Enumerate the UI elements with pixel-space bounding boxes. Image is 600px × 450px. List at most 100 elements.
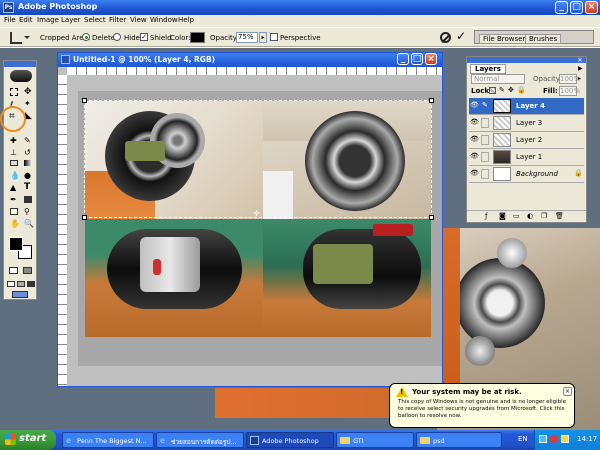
- healing-tool-icon[interactable]: ✚: [10, 136, 17, 145]
- layer-row-layer-3[interactable]: 👁 Layer 3: [469, 115, 584, 132]
- layer-row-layer-4[interactable]: 👁 ✎ Layer 4: [469, 98, 584, 115]
- layer-link-box[interactable]: [481, 118, 489, 128]
- move-tool-icon[interactable]: ✥: [24, 87, 32, 97]
- taskbar-item-photoshop[interactable]: Adobe Photoshop: [246, 432, 334, 448]
- brush-link-icon[interactable]: ✎: [482, 101, 488, 109]
- menu-filter[interactable]: Filter: [109, 16, 126, 24]
- commit-crop-icon[interactable]: ✓: [456, 29, 466, 43]
- opacity-slider-button[interactable]: ▸: [259, 32, 267, 43]
- visibility-eye-icon[interactable]: 👁: [470, 118, 479, 126]
- crop-preset-dropdown-icon[interactable]: [24, 36, 30, 42]
- layers-menu-icon[interactable]: ▶: [578, 65, 583, 72]
- lock-transparency-icon[interactable]: [489, 87, 496, 94]
- layers-palette-close-icon[interactable]: ×: [577, 56, 583, 64]
- lock-position-icon[interactable]: ✥: [508, 86, 514, 94]
- tab-brushes[interactable]: Brushes: [525, 34, 562, 44]
- tray-genuine-icon[interactable]: [561, 435, 569, 443]
- document-title-bar[interactable]: Untitled-1 @ 100% (Layer 4, RGB) _ □ ×: [58, 53, 442, 67]
- crop-handle-bl[interactable]: [82, 215, 87, 220]
- minimize-button[interactable]: _: [555, 1, 568, 14]
- blend-mode-select[interactable]: Normal: [471, 74, 525, 84]
- layer-row-layer-2[interactable]: 👁 Layer 2: [469, 132, 584, 149]
- layer-row-layer-1[interactable]: 👁 Layer 1: [469, 149, 584, 166]
- hand-tool-icon[interactable]: ✋: [10, 219, 20, 228]
- language-indicator[interactable]: EN: [518, 435, 528, 443]
- dodge-tool-icon[interactable]: ●: [24, 171, 31, 180]
- shield-color-swatch[interactable]: [190, 32, 205, 43]
- layer-link-box[interactable]: [481, 152, 489, 162]
- slice-tool-icon[interactable]: ◣: [25, 111, 32, 121]
- menu-file[interactable]: File: [4, 16, 16, 24]
- doc-close-button[interactable]: ×: [425, 53, 437, 65]
- crop-handle-tl[interactable]: [82, 98, 87, 103]
- hide-radio[interactable]: [113, 33, 121, 41]
- foreground-color-swatch[interactable]: [9, 237, 23, 251]
- close-button[interactable]: ×: [585, 1, 598, 14]
- visibility-eye-icon[interactable]: 👁: [470, 152, 479, 160]
- fill-field[interactable]: 100%: [559, 86, 580, 96]
- screen-mode-standard-icon[interactable]: [7, 281, 15, 287]
- visibility-eye-icon[interactable]: 👁: [470, 101, 479, 109]
- perspective-checkbox[interactable]: [270, 33, 278, 41]
- magic-wand-tool-icon[interactable]: ✦: [24, 99, 31, 108]
- screen-mode-full-icon[interactable]: [27, 281, 35, 287]
- shield-checkbox[interactable]: ✓: [140, 33, 148, 41]
- layer-link-box[interactable]: [481, 135, 489, 145]
- delete-radio[interactable]: [82, 33, 90, 41]
- layer-set-icon[interactable]: ▭: [513, 212, 520, 220]
- crop-preset-icon[interactable]: [10, 32, 22, 44]
- brush-tool-icon[interactable]: ✎: [24, 136, 31, 145]
- taskbar-item-browser-1[interactable]: e Penn The Biggest N...: [62, 432, 154, 448]
- lock-all-icon[interactable]: 🔒: [517, 86, 526, 94]
- eyedropper-tool-icon[interactable]: ⚲: [24, 207, 30, 216]
- layer-row-background[interactable]: 👁 Background 🔒: [469, 166, 584, 183]
- history-brush-icon[interactable]: ↺: [24, 148, 31, 157]
- layers-opacity-field[interactable]: 100%: [559, 74, 580, 84]
- jump-to-imageready-icon[interactable]: [12, 291, 28, 298]
- layer-style-icon[interactable]: ƒ: [485, 212, 487, 220]
- menu-view[interactable]: View: [130, 16, 147, 24]
- screen-mode-full-menu-icon[interactable]: [17, 281, 25, 287]
- balloon-close-button[interactable]: ×: [563, 387, 572, 396]
- tray-network-icon[interactable]: [539, 435, 547, 443]
- layer-mask-icon[interactable]: ◙: [499, 212, 506, 220]
- lock-image-icon[interactable]: ✎: [499, 86, 505, 94]
- new-layer-icon[interactable]: ❐: [541, 212, 547, 220]
- crop-center-icon[interactable]: ✛: [253, 209, 260, 218]
- menu-window[interactable]: Window: [150, 16, 178, 24]
- menu-edit[interactable]: Edit: [19, 16, 33, 24]
- gradient-tool-icon[interactable]: [24, 160, 32, 166]
- pen-tool-icon[interactable]: ✒: [10, 195, 17, 204]
- eraser-tool-icon[interactable]: [10, 160, 18, 166]
- doc-maximize-button[interactable]: □: [411, 53, 423, 65]
- adjustment-layer-icon[interactable]: ◐: [527, 212, 533, 220]
- menu-help[interactable]: Help: [178, 16, 194, 24]
- doc-minimize-button[interactable]: _: [397, 53, 409, 65]
- cancel-crop-icon[interactable]: [440, 32, 451, 44]
- quickmask-mode-icon[interactable]: [23, 267, 32, 274]
- tab-file-browser[interactable]: File Browser: [479, 34, 530, 44]
- menu-image[interactable]: Image: [37, 16, 59, 24]
- tray-security-icon[interactable]: [550, 435, 558, 443]
- tab-layers[interactable]: Layers: [470, 64, 506, 74]
- shape-tool-icon[interactable]: [24, 196, 32, 203]
- visibility-eye-icon[interactable]: 👁: [470, 135, 479, 143]
- opacity-field[interactable]: 75%: [236, 32, 258, 43]
- crop-handle-tr[interactable]: [429, 98, 434, 103]
- notes-tool-icon[interactable]: [10, 208, 18, 215]
- canvas-area[interactable]: ✛: [78, 91, 442, 366]
- menu-layer[interactable]: Layer: [61, 16, 81, 24]
- maximize-button[interactable]: □: [570, 1, 583, 14]
- adobe-logo-icon[interactable]: [10, 70, 32, 82]
- layers-opacity-arrow-icon[interactable]: ▸: [578, 75, 581, 82]
- layer-link-box[interactable]: [481, 169, 489, 179]
- security-balloon[interactable]: ! Your system may be at risk. × This cop…: [389, 383, 575, 428]
- visibility-eye-icon[interactable]: 👁: [470, 169, 479, 177]
- stamp-tool-icon[interactable]: ⊥: [10, 148, 17, 157]
- taskbar-item-browser-2[interactable]: e ช่วยสอนการตัดต่อรูป...: [156, 432, 244, 448]
- taskbar-item-psd[interactable]: psd: [416, 432, 502, 448]
- type-tool-icon[interactable]: T: [24, 182, 30, 192]
- crop-marquee[interactable]: [84, 100, 432, 218]
- crop-handle-br[interactable]: [429, 215, 434, 220]
- standard-mode-icon[interactable]: [9, 267, 18, 274]
